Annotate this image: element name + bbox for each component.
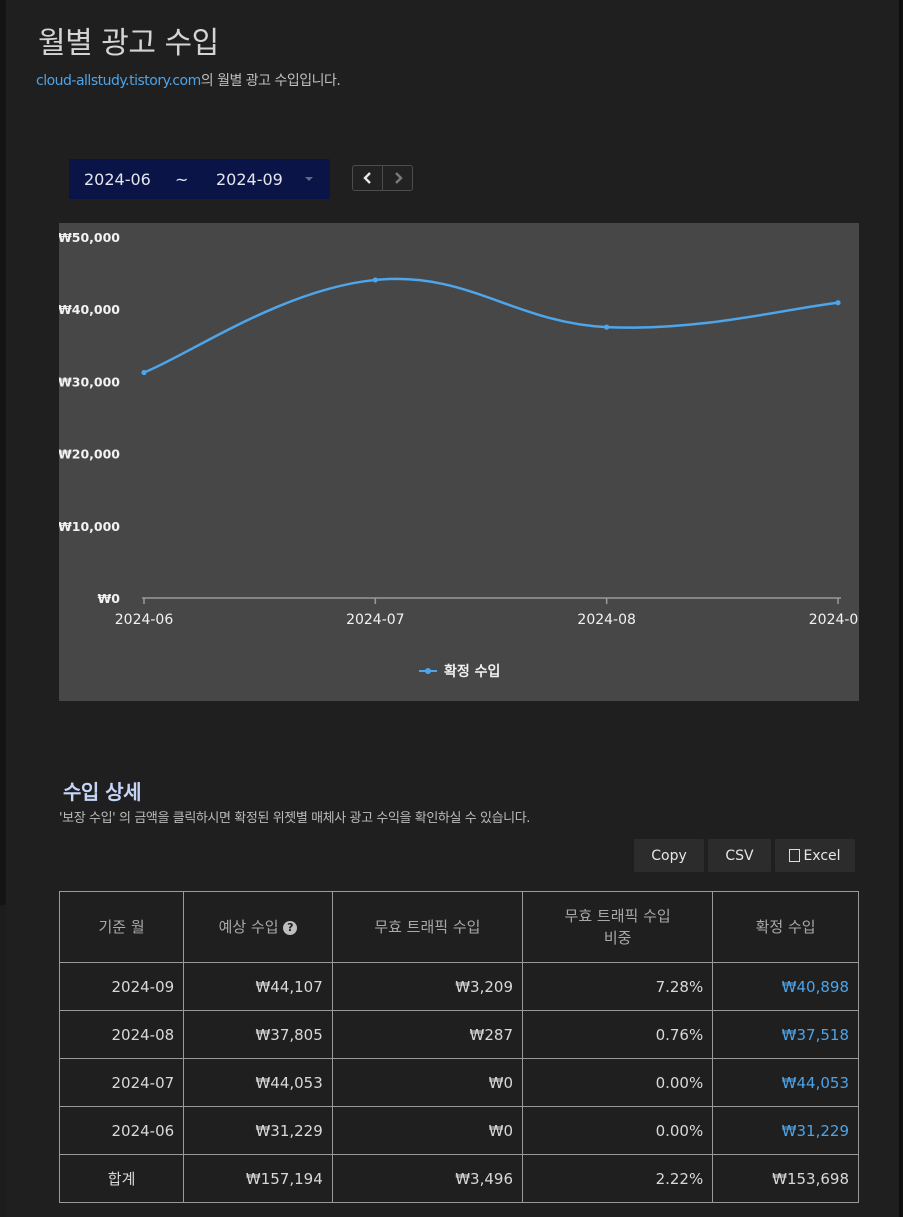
cell-confirmed-link[interactable]: ₩31,229 — [712, 1106, 859, 1155]
cell-invalid: ₩0 — [331, 1058, 524, 1107]
blog-link[interactable]: cloud-allstudy.tistory.com — [36, 73, 201, 89]
excel-label: Excel — [803, 847, 841, 864]
table-row: 2024-08 ₩37,805 ₩287 0.76% ₩37,518 — [58, 1010, 859, 1059]
series-line — [143, 277, 839, 374]
cell-ratio: 7.28% — [521, 962, 714, 1011]
date-range-selector[interactable]: 2024-06 ~ 2024-09 — [69, 159, 330, 199]
revenue-chart: 2024-06 2024-07 2024-08 2024-09 ₩0 ₩10,000 ₩20… — [59, 223, 859, 701]
data-point — [141, 369, 147, 376]
y-tick-label: ₩30,000 — [59, 374, 120, 389]
col-invalid-traffic[interactable]: 무효 트래픽 수입 — [331, 891, 524, 963]
total-label: 합계 — [58, 1154, 185, 1203]
x-tick-label: 2024-09 — [809, 612, 859, 628]
col-invalid-ratio-line1: 무효 트래픽 수입 — [564, 907, 671, 925]
chevron-left-icon — [362, 172, 371, 184]
excel-button[interactable]: Excel — [775, 839, 855, 872]
x-tick-label: 2024-06 — [115, 612, 174, 628]
y-tick-label: ₩0 — [98, 591, 121, 606]
cell-invalid: ₩0 — [331, 1106, 524, 1155]
total-expected: ₩157,194 — [183, 1154, 333, 1203]
cell-month: 2024-07 — [58, 1058, 185, 1107]
page-subtitle: cloud-allstudy.tistory.com의 월별 광고 수입입니다. — [36, 70, 341, 90]
table-row: 2024-09 ₩44,107 ₩3,209 7.28% ₩40,898 — [58, 962, 859, 1011]
cell-invalid: ₩287 — [331, 1010, 524, 1059]
next-button[interactable] — [383, 166, 412, 190]
y-tick-label: ₩50,000 — [59, 230, 120, 245]
cell-expected: ₩44,053 — [183, 1058, 333, 1107]
cell-confirmed-link[interactable]: ₩37,518 — [712, 1010, 859, 1059]
table-total-row: 합계 ₩157,194 ₩3,496 2.22% ₩153,698 — [58, 1154, 859, 1203]
legend-marker — [425, 668, 431, 674]
csv-button[interactable]: CSV — [708, 839, 771, 872]
data-point — [372, 277, 378, 283]
cell-ratio: 0.76% — [521, 1010, 714, 1059]
right-edge-shadow — [899, 0, 903, 1217]
col-expected[interactable]: 예상 수입 ? — [183, 891, 333, 963]
caret-down-icon[interactable] — [305, 177, 313, 181]
y-tick-label: ₩40,000 — [59, 302, 120, 317]
col-confirmed[interactable]: 확정 수입 — [712, 891, 859, 963]
data-point — [604, 324, 610, 330]
chevron-right-icon — [394, 172, 403, 184]
date-from[interactable]: 2024-06 — [84, 170, 151, 189]
cell-invalid: ₩3,209 — [331, 962, 524, 1011]
cell-ratio: 0.00% — [521, 1106, 714, 1155]
date-to[interactable]: 2024-09 — [216, 170, 283, 189]
x-tick-label: 2024-08 — [577, 612, 636, 628]
question-circle-icon[interactable]: ? — [283, 921, 298, 935]
legend-label[interactable]: 확정 수입 — [444, 661, 500, 681]
col-month[interactable]: 기준 월 — [58, 891, 185, 963]
table-row: 2024-07 ₩44,053 ₩0 0.00% ₩44,053 — [58, 1058, 859, 1107]
page-title: 월별 광고 수입 — [38, 26, 219, 61]
cell-ratio: 0.00% — [521, 1058, 714, 1107]
table-row: 2024-06 ₩31,229 ₩0 0.00% ₩31,229 — [58, 1106, 859, 1155]
cell-confirmed-link[interactable]: ₩40,898 — [712, 962, 859, 1011]
cell-month: 2024-09 — [58, 962, 185, 1011]
cell-month: 2024-06 — [58, 1106, 185, 1155]
prev-button[interactable] — [353, 166, 383, 190]
x-tick-label: 2024-07 — [346, 612, 405, 628]
total-ratio: 2.22% — [521, 1154, 714, 1203]
col-expected-label: 예상 수입 — [218, 918, 279, 936]
file-icon — [789, 849, 801, 862]
revenue-table: 기준 월 예상 수입 ? 무효 트래픽 수입 무효 트래픽 수입비중 확정 수입… — [58, 891, 859, 1203]
cell-month: 2024-08 — [58, 1010, 185, 1059]
cell-expected: ₩37,805 — [183, 1010, 333, 1059]
chart-canvas: 2024-06 2024-07 2024-08 2024-09 ₩0 ₩10,000 ₩20… — [59, 230, 859, 628]
data-point — [835, 300, 841, 306]
col-invalid-ratio[interactable]: 무효 트래픽 수입비중 — [521, 891, 714, 963]
cell-confirmed-link[interactable]: ₩44,053 — [712, 1058, 859, 1107]
subtitle-text: 의 월별 광고 수입입니다. — [200, 73, 341, 89]
total-invalid: ₩3,496 — [331, 1154, 524, 1203]
month-pager — [352, 165, 413, 191]
page: 월별 광고 수입 cloud-allstudy.tistory.com의 월별 … — [6, 0, 899, 1217]
y-tick-label: ₩10,000 — [59, 519, 120, 534]
cell-expected: ₩44,107 — [183, 962, 333, 1011]
detail-description: '보장 수입' 의 금액을 클릭하시면 확정된 위젯별 매체사 광고 수익을 확… — [59, 811, 531, 826]
table-header-row: 기준 월 예상 수입 ? 무효 트래픽 수입 무효 트래픽 수입비중 확정 수입 — [58, 891, 859, 963]
y-tick-label: ₩20,000 — [59, 447, 120, 462]
col-invalid-ratio-line2: 비중 — [603, 929, 632, 947]
date-separator: ~ — [175, 170, 189, 189]
cell-expected: ₩31,229 — [183, 1106, 333, 1155]
total-confirmed: ₩153,698 — [712, 1154, 859, 1203]
copy-button[interactable]: Copy — [634, 839, 704, 872]
detail-title: 수입 상세 — [63, 780, 142, 804]
